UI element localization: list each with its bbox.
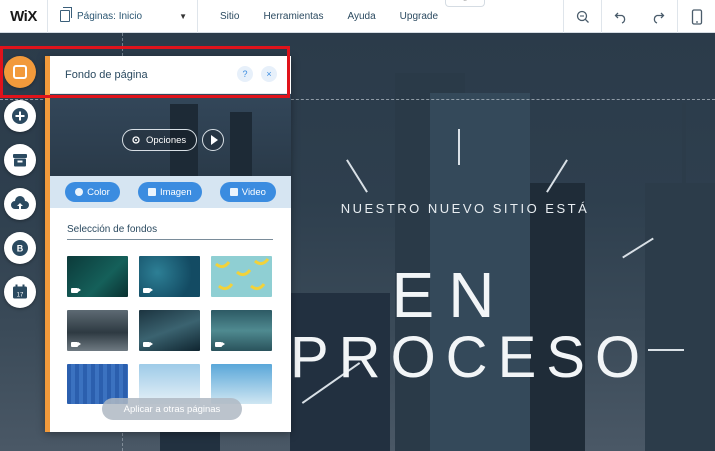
drop-icon: [75, 188, 84, 196]
add-tool-button[interactable]: [4, 100, 36, 132]
wix-logo[interactable]: WiX: [0, 0, 48, 33]
background-type-row: Color Imagen Video: [50, 176, 291, 208]
building-spire: [682, 103, 686, 193]
svg-text:B: B: [17, 244, 24, 254]
video-camera-icon: [71, 342, 81, 347]
hero-title-line2[interactable]: PROCESO: [290, 324, 690, 391]
bookings-tool-button[interactable]: 17: [4, 276, 36, 308]
pages-dropdown[interactable]: Páginas: Inicio ▼: [48, 0, 198, 33]
svg-text:17: 17: [17, 293, 24, 299]
banana-pattern: [215, 258, 270, 291]
video-button-label: Video: [241, 186, 266, 198]
image-button[interactable]: Imagen: [137, 182, 202, 202]
calendar-icon: 17: [13, 284, 27, 299]
gear-icon: [132, 136, 140, 144]
upload-tool-button[interactable]: [4, 188, 36, 220]
color-button[interactable]: Color: [65, 182, 120, 202]
video-camera-icon: [229, 188, 238, 196]
background-thumbnail[interactable]: [67, 256, 128, 297]
video-camera-icon: [215, 342, 225, 347]
background-thumbnail[interactable]: [211, 310, 272, 351]
mobile-icon[interactable]: [677, 0, 715, 33]
background-thumbnail[interactable]: [139, 256, 200, 297]
store-tool-button[interactable]: [4, 144, 36, 176]
undo-icon[interactable]: [601, 0, 639, 33]
blog-tool-button[interactable]: B: [4, 232, 36, 264]
image-button-label: Imagen: [159, 186, 192, 198]
pages-label: Páginas: Inicio: [77, 10, 143, 22]
background-preview: Opciones: [50, 94, 291, 176]
add-icon: [12, 108, 28, 124]
pages-icon: [60, 7, 72, 22]
menu-item-sitio[interactable]: Sitio: [208, 11, 251, 22]
menu-item-ayuda[interactable]: Ayuda: [335, 11, 387, 22]
hero-subtitle[interactable]: NUESTRO NUEVO SITIO ESTÁ: [330, 201, 600, 216]
preview-building: [230, 112, 252, 176]
page-background-panel: Fondo de página ? × Opciones Color Image…: [45, 56, 291, 432]
editor-topbar: WiX Páginas: Inicio ▼ Sitio Herramientas…: [0, 0, 715, 33]
chevron-down-icon: ▼: [179, 11, 187, 21]
menu-item-herramientas[interactable]: Herramientas: [251, 11, 335, 22]
video-camera-icon: [71, 288, 81, 293]
redo-icon[interactable]: [639, 0, 677, 33]
building-shape: [645, 183, 715, 451]
apply-to-other-pages-button[interactable]: Aplicar a otras páginas: [102, 398, 242, 420]
play-button[interactable]: [202, 129, 224, 151]
video-camera-icon: [143, 288, 153, 293]
selection-divider: [67, 239, 273, 240]
upload-icon: [11, 196, 29, 209]
top-icons: [563, 0, 715, 33]
options-label: Opciones: [146, 134, 187, 146]
decor-ray: [458, 129, 460, 165]
red-highlight-box: [0, 46, 290, 98]
zoom-icon[interactable]: [563, 0, 601, 33]
blog-icon: B: [12, 240, 28, 256]
video-camera-icon: [143, 342, 153, 347]
color-button-label: Color: [87, 186, 110, 198]
image-icon: [147, 188, 156, 196]
collapse-toolbar-tab[interactable]: ^: [445, 0, 485, 7]
selection-label: Selección de fondos: [67, 224, 158, 235]
video-button[interactable]: Video: [219, 182, 276, 202]
background-thumbnail[interactable]: [67, 310, 128, 351]
store-icon: [13, 154, 27, 167]
panel-accent-bar: [45, 56, 50, 432]
decor-ray: [346, 159, 368, 193]
building-shape: [530, 183, 585, 451]
hero-title-line1[interactable]: EN: [380, 258, 520, 332]
background-thumbnail[interactable]: [139, 310, 200, 351]
top-menu: Sitio Herramientas Ayuda Upgrade: [208, 11, 450, 22]
background-thumbnail[interactable]: [211, 256, 272, 297]
options-button[interactable]: Opciones: [122, 129, 198, 151]
menu-item-upgrade[interactable]: Upgrade: [388, 11, 450, 22]
